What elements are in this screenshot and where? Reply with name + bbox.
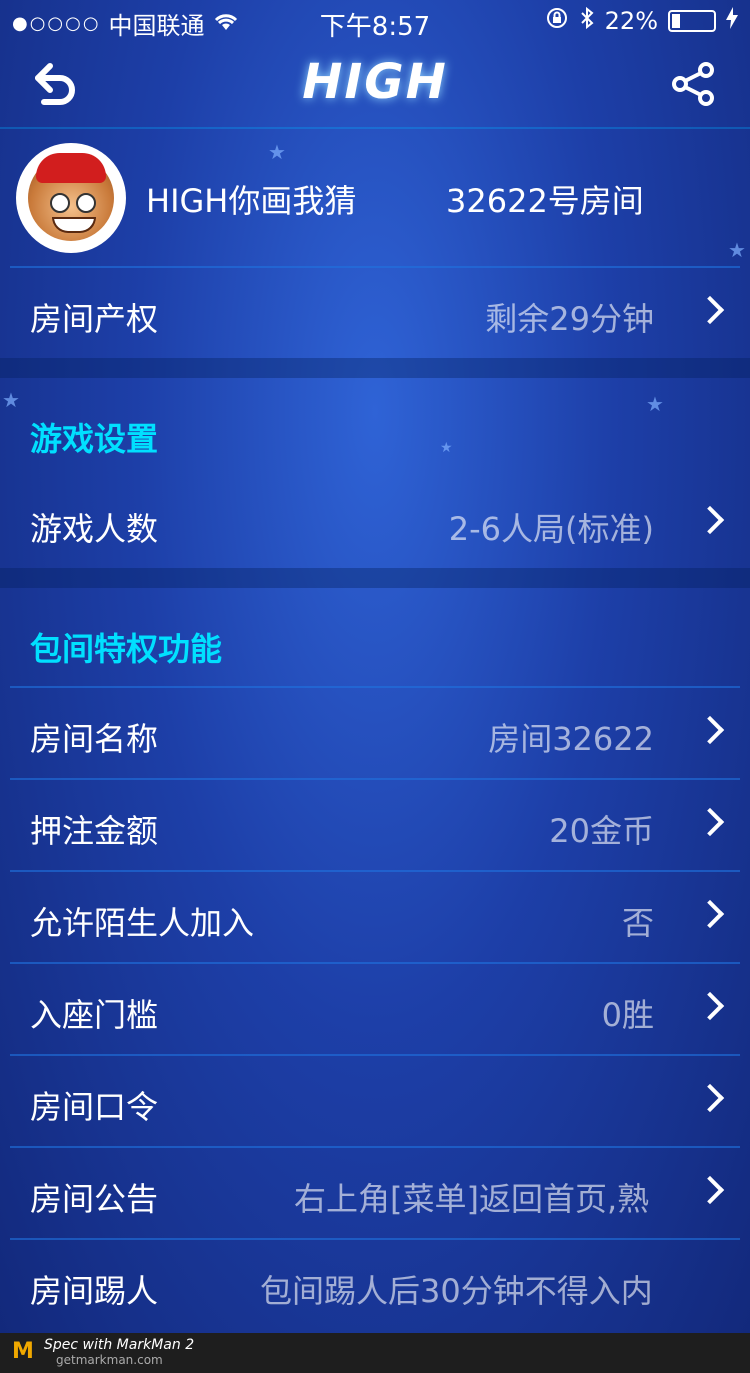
chevron-right-icon (695, 295, 725, 325)
section-heading-privileges: 包间特权功能 (30, 630, 223, 668)
row-value: 否 (621, 904, 654, 942)
avatar-hat (36, 153, 106, 183)
chevron-right-icon (695, 1175, 725, 1205)
charging-icon (726, 7, 738, 35)
chevron-right-icon (695, 807, 725, 837)
battery-percent: 22% (604, 7, 658, 35)
avatar-eye (76, 193, 96, 213)
chevron-right-icon (695, 991, 725, 1021)
avatar (18, 145, 124, 251)
star-decoration: ★ (440, 440, 453, 456)
nav-divider (0, 127, 750, 129)
status-bar: ●○○○○ 中国联通 下午8:57 22% (0, 0, 750, 42)
row-value: 剩余29分钟 (485, 300, 654, 338)
star-decoration: ★ (2, 388, 20, 412)
bet-amount-row[interactable]: 押注金额 20金币 (0, 782, 750, 872)
markman-footer: M Spec with MarkMan 2 getmarkman.com (0, 1333, 750, 1373)
row-value: 0胜 (601, 996, 654, 1034)
divider (10, 1238, 740, 1240)
divider (10, 266, 740, 268)
bluetooth-icon (579, 6, 595, 36)
divider (10, 686, 740, 688)
row-value: 包间踢人后30分钟不得入内 (260, 1272, 653, 1310)
row-value: 右上角[菜单]返回首页,熟 (294, 1180, 650, 1218)
row-label: 房间口令 (30, 1088, 159, 1126)
room-announcement-row[interactable]: 房间公告 右上角[菜单]返回首页,熟 (0, 1150, 750, 1240)
room-password-row[interactable]: 房间口令 (0, 1058, 750, 1148)
chevron-right-icon (695, 899, 725, 929)
room-ownership-row[interactable]: 房间产权 剩余29分钟 (0, 270, 750, 360)
divider (10, 962, 740, 964)
allow-strangers-row[interactable]: 允许陌生人加入 否 (0, 874, 750, 964)
section-heading-game-settings: 游戏设置 (30, 420, 159, 458)
star-decoration: ★ (268, 140, 286, 164)
row-label: 房间公告 (30, 1180, 159, 1218)
chevron-right-icon (695, 505, 725, 535)
divider (10, 870, 740, 872)
divider (10, 778, 740, 780)
row-label: 押注金额 (30, 812, 159, 850)
rotation-lock-icon (545, 6, 569, 36)
divider (10, 1054, 740, 1056)
battery-icon (668, 10, 716, 32)
room-number: 32622号房间 (446, 182, 644, 220)
star-decoration: ★ (646, 392, 664, 416)
avatar-eye (50, 193, 70, 213)
chevron-right-icon (695, 715, 725, 745)
player-count-row[interactable]: 游戏人数 2-6人局(标准) (0, 480, 750, 570)
footer-brand: Spec with MarkMan 2 (44, 1337, 195, 1353)
section-separator (0, 358, 750, 378)
footer-url: getmarkman.com (56, 1353, 163, 1367)
row-label: 房间踢人 (30, 1272, 159, 1310)
chevron-right-icon (695, 1083, 725, 1113)
row-value: 房间32622 (488, 720, 654, 758)
seat-threshold-row[interactable]: 入座门槛 0胜 (0, 966, 750, 1056)
row-label: 游戏人数 (30, 510, 159, 548)
row-label: 房间名称 (30, 720, 159, 758)
page-title: HIGH (302, 54, 448, 110)
room-name-row[interactable]: 房间名称 房间32622 (0, 690, 750, 780)
share-icon (672, 62, 714, 106)
row-label: 允许陌生人加入 (30, 904, 255, 942)
row-value: 20金币 (549, 812, 654, 850)
markman-logo-icon: M (12, 1339, 34, 1364)
divider (10, 1146, 740, 1148)
battery-fill (672, 14, 680, 28)
row-label: 入座门槛 (30, 996, 159, 1034)
row-label: 房间产权 (30, 300, 159, 338)
nav-bar: HIGH (0, 40, 750, 128)
kick-player-row[interactable]: 房间踢人 包间踢人后30分钟不得入内 (0, 1242, 750, 1332)
share-button[interactable] (672, 62, 716, 106)
section-separator (0, 568, 750, 588)
star-decoration: ★ (728, 238, 746, 262)
row-value: 2-6人局(标准) (448, 510, 654, 548)
game-name: HIGH你画我猜 (146, 182, 357, 220)
